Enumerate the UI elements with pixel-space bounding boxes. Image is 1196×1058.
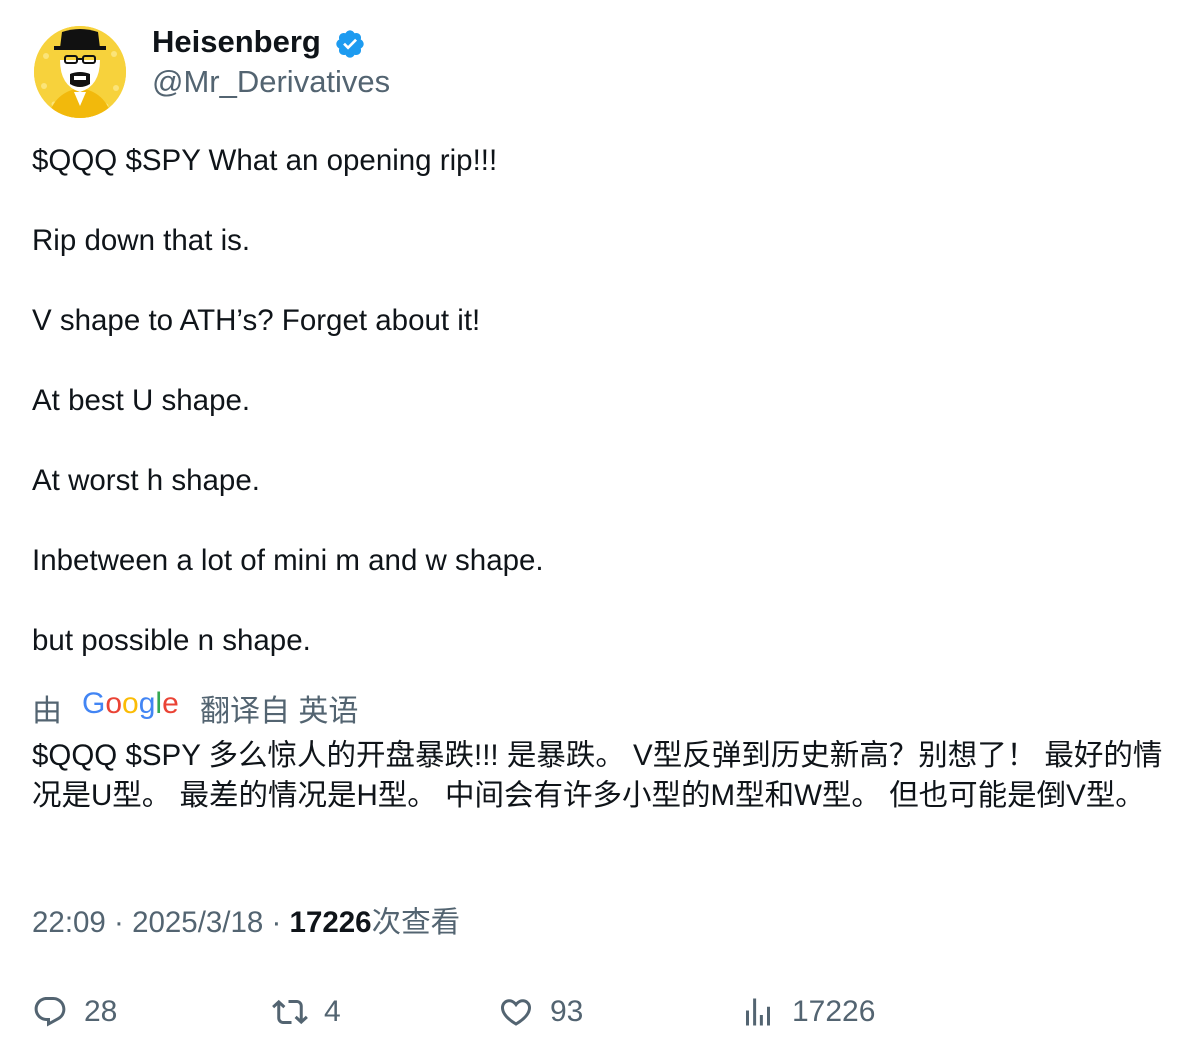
separator: · — [271, 906, 290, 939]
tweet-line: Rip down that is. — [32, 224, 251, 257]
heisenberg-avatar-illustration — [34, 26, 126, 118]
avatar[interactable] — [34, 26, 126, 118]
bar-chart-icon — [746, 998, 770, 1026]
tweet-text: $QQQ $SPY What an opening rip!!! Rip dow… — [32, 141, 544, 661]
separator: · — [114, 906, 133, 939]
speech-bubble-icon — [34, 997, 66, 1027]
author-name[interactable]: Heisenberg — [152, 22, 321, 62]
google-logo: Google — [82, 686, 180, 730]
view-count: 17226 — [289, 906, 372, 939]
heart-icon — [500, 999, 532, 1026]
svg-text:Google: Google — [82, 687, 179, 720]
reply-count: 28 — [84, 995, 118, 1028]
tweet-line: but possible n shape. — [32, 624, 311, 657]
tweet-meta: 22:09 · 2025/3/18 · 17226次查看 — [32, 903, 460, 943]
translation-prefix: 由 — [32, 695, 62, 728]
views-count: 17226 — [792, 995, 876, 1028]
retweet-count: 4 — [324, 995, 341, 1028]
translation-suffix: 翻译自 英语 — [200, 695, 359, 728]
views-button[interactable]: 17226 — [740, 990, 875, 1034]
like-button[interactable]: 93 — [498, 990, 583, 1034]
view-label: 次查看 — [371, 906, 461, 939]
verified-badge-icon[interactable] — [334, 28, 366, 60]
tweet-line: At best U shape. — [32, 384, 251, 417]
tweet-date[interactable]: 2025/3/18 — [132, 906, 263, 939]
translation-attribution[interactable]: 由 Google 翻译自 英语 — [32, 686, 359, 730]
tweet-line: At worst h shape. — [32, 464, 260, 497]
author-handle[interactable]: @Mr_Derivatives — [152, 62, 390, 102]
reply-button[interactable]: 28 — [32, 990, 117, 1034]
tweet-time[interactable]: 22:09 — [32, 906, 106, 939]
tweet-line: Inbetween a lot of mini m and w shape. — [32, 544, 544, 577]
translated-text: $QQQ $SPY 多么惊人的开盘暴跌!!! 是暴跌。 V型反弹到历史新高？别想… — [32, 739, 1163, 812]
retweet-arrows-icon — [272, 999, 308, 1025]
tweet-line: $QQQ $SPY What an opening rip!!! — [32, 144, 498, 177]
like-count: 93 — [550, 995, 584, 1028]
retweet-button[interactable]: 4 — [272, 990, 341, 1034]
tweet-line: V shape to ATH’s? Forget about it! — [32, 304, 481, 337]
action-bar: 28 4 93 17226 — [0, 990, 1196, 1034]
